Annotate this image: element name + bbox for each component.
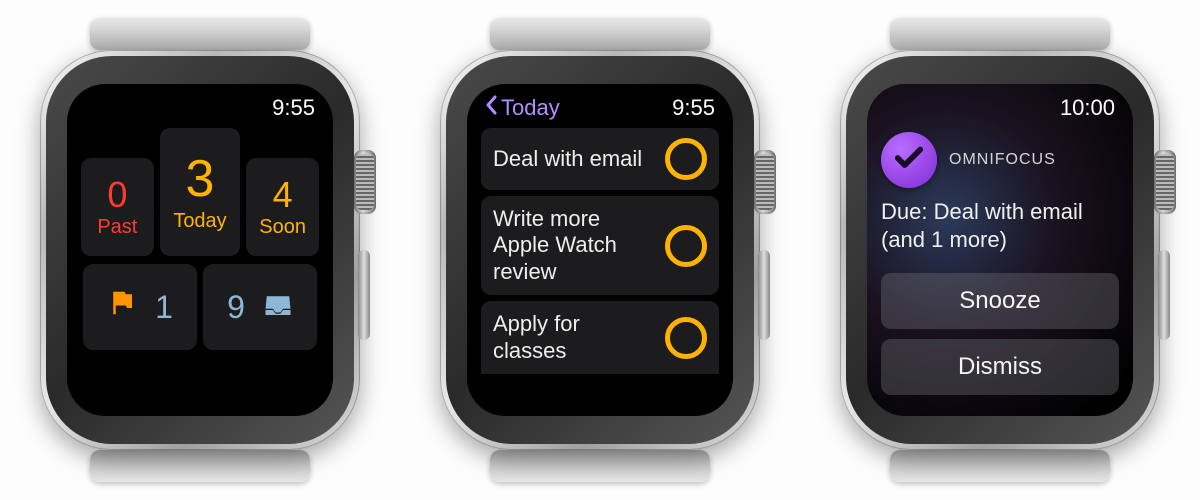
watch-notification: 10:00 OMNIFOCUS Due: Deal with email (an… xyxy=(820,20,1180,480)
tile-soon[interactable]: 4 Soon xyxy=(246,158,319,256)
screen-notification: 10:00 OMNIFOCUS Due: Deal with email (an… xyxy=(867,84,1133,416)
status-bar: 10:00 xyxy=(881,94,1119,122)
snooze-label: Snooze xyxy=(959,287,1040,315)
inbox-icon xyxy=(263,289,293,326)
task-complete-circle[interactable] xyxy=(665,225,707,267)
side-button[interactable] xyxy=(758,250,770,340)
dashboard-top-row: 0 Past 3 Today 4 Soon xyxy=(81,128,319,256)
back-button[interactable]: Today xyxy=(485,95,560,121)
tile-today-label: Today xyxy=(173,211,226,232)
task-title: Write more Apple Watch review xyxy=(493,206,655,285)
digital-crown[interactable] xyxy=(354,150,376,214)
flagged-count: 1 xyxy=(155,289,173,326)
tile-soon-count: 4 xyxy=(273,176,293,214)
clock-time: 9:55 xyxy=(272,95,315,121)
clock-time: 10:00 xyxy=(1060,95,1115,121)
screen-dashboard: 9:55 0 Past 3 Today 4 Soon xyxy=(67,84,333,416)
dismiss-button[interactable]: Dismiss xyxy=(881,339,1119,395)
tile-past[interactable]: 0 Past xyxy=(81,158,154,256)
status-bar: 9:55 xyxy=(81,94,319,122)
task-row[interactable]: Apply for classes xyxy=(481,301,719,374)
notification-actions: Snooze Dismiss xyxy=(881,273,1119,395)
watch-case: 10:00 OMNIFOCUS Due: Deal with email (an… xyxy=(840,50,1160,450)
tile-inbox[interactable]: 9 xyxy=(203,264,317,350)
watch-case: Today 9:55 Deal with email Write more Ap… xyxy=(440,50,760,450)
tile-today[interactable]: 3 Today xyxy=(160,128,241,256)
dashboard-bottom-row: 1 9 xyxy=(81,264,319,350)
app-name: OMNIFOCUS xyxy=(949,151,1056,169)
task-row[interactable]: Write more Apple Watch review xyxy=(481,196,719,295)
clock-time: 9:55 xyxy=(672,95,715,121)
task-title: Apply for classes xyxy=(493,311,655,364)
task-complete-circle[interactable] xyxy=(665,317,707,359)
digital-crown[interactable] xyxy=(1154,150,1176,214)
back-label: Today xyxy=(501,95,560,121)
inbox-count: 9 xyxy=(227,289,245,326)
side-button[interactable] xyxy=(358,250,370,340)
notification-header: OMNIFOCUS xyxy=(881,132,1119,188)
checkmark-icon xyxy=(892,141,926,180)
tile-past-label: Past xyxy=(97,217,137,238)
watch-case: 9:55 0 Past 3 Today 4 Soon xyxy=(40,50,360,450)
status-bar: Today 9:55 xyxy=(481,94,719,122)
tile-soon-label: Soon xyxy=(259,217,306,238)
task-row[interactable]: Deal with email xyxy=(481,128,719,190)
task-complete-circle[interactable] xyxy=(665,138,707,180)
watch-dashboard: 9:55 0 Past 3 Today 4 Soon xyxy=(20,20,380,480)
tile-today-count: 3 xyxy=(186,152,215,207)
flag-icon xyxy=(107,288,137,326)
task-title: Deal with email xyxy=(493,146,655,172)
dismiss-label: Dismiss xyxy=(958,353,1042,381)
watch-today-list: Today 9:55 Deal with email Write more Ap… xyxy=(420,20,780,480)
side-button[interactable] xyxy=(1158,250,1170,340)
tile-past-count: 0 xyxy=(107,176,127,214)
app-icon xyxy=(881,132,937,188)
chevron-left-icon xyxy=(485,95,499,121)
digital-crown[interactable] xyxy=(754,150,776,214)
snooze-button[interactable]: Snooze xyxy=(881,273,1119,329)
task-list[interactable]: Deal with email Write more Apple Watch r… xyxy=(481,128,719,374)
screen-today-list: Today 9:55 Deal with email Write more Ap… xyxy=(467,84,733,416)
tile-flagged[interactable]: 1 xyxy=(83,264,197,350)
notification-body: Due: Deal with email (and 1 more) xyxy=(881,198,1119,253)
